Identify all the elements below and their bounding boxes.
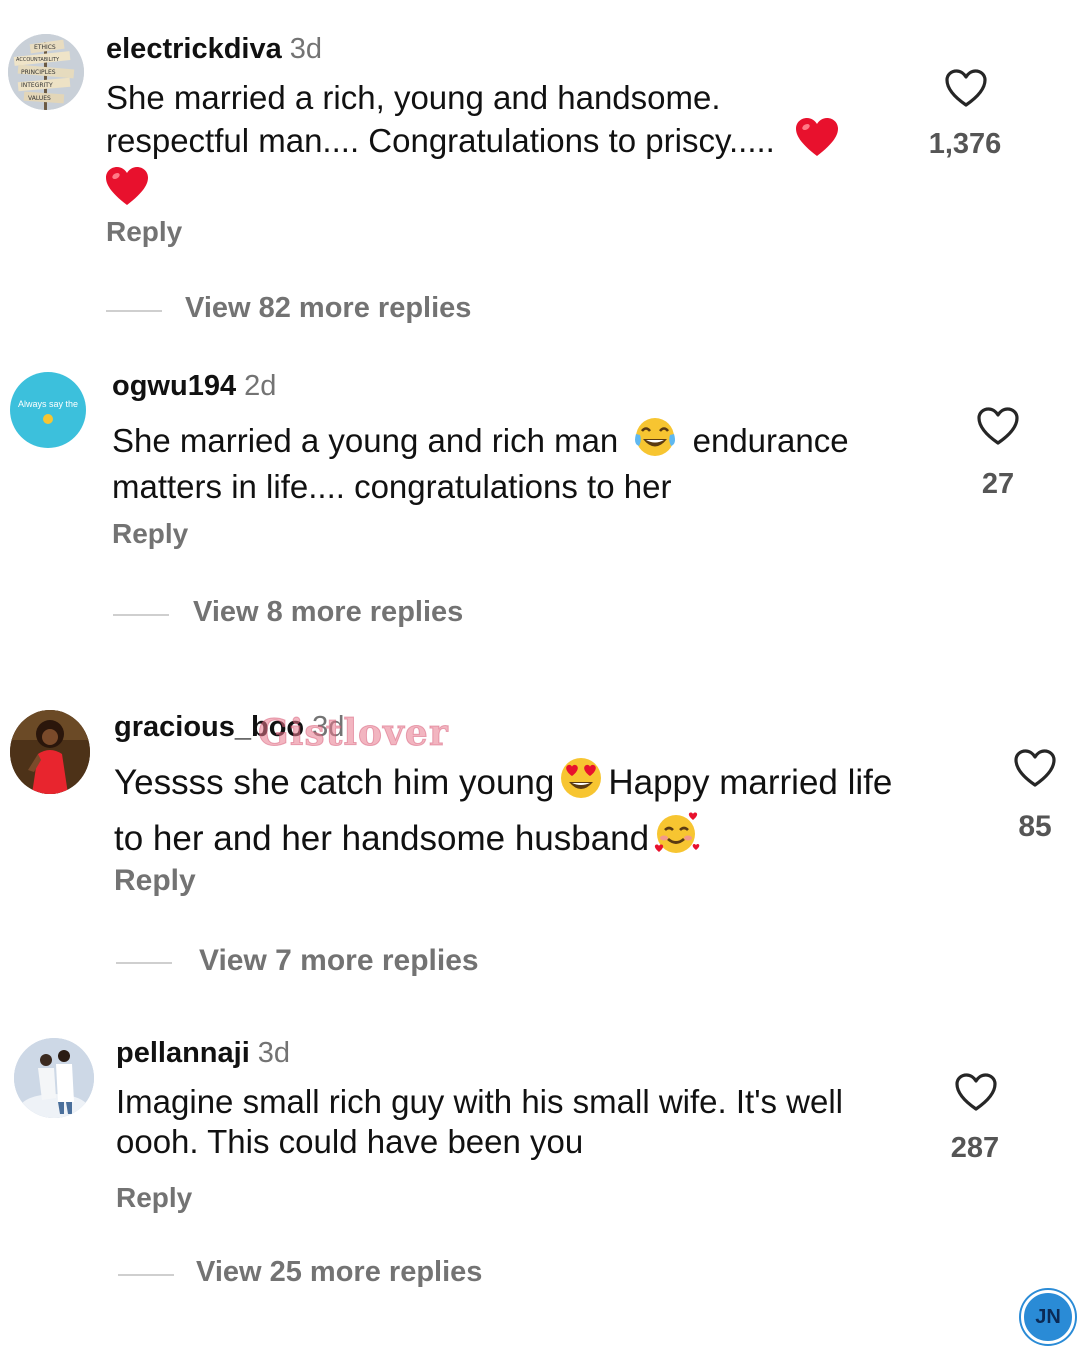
divider-line	[118, 1274, 174, 1276]
username[interactable]: ogwu194	[112, 370, 236, 402]
svg-text:ETHICS: ETHICS	[34, 44, 56, 51]
view-more-replies-button[interactable]: View 7 more replies	[199, 944, 479, 978]
comment-pellannaji: pellannaji 3d Imagine small rich guy with…	[0, 1020, 1080, 1320]
view-more-replies-button[interactable]: View 8 more replies	[193, 596, 463, 629]
avatar[interactable]	[10, 710, 90, 794]
reply-button[interactable]: Reply	[106, 216, 182, 248]
like-heart-icon[interactable]	[976, 406, 1020, 446]
view-more-replies-button[interactable]: View 82 more replies	[185, 292, 471, 325]
comment-line: matters in life.... congratulations to h…	[112, 468, 672, 505]
timestamp: 3d	[289, 33, 322, 65]
comment-text: Yessss she catch him young Happy married…	[114, 756, 994, 866]
reply-button[interactable]: Reply	[116, 1182, 192, 1214]
heart-eyes-emoji-icon	[558, 756, 604, 810]
svg-text:ACCOUNTABILITY: ACCOUNTABILITY	[16, 57, 60, 63]
comment-text: She married a young and rich man enduran…	[112, 416, 942, 507]
comment-header: pellannaji 3d	[116, 1036, 290, 1070]
timestamp: 3d	[257, 1037, 291, 1069]
avatar[interactable]: ETHICS ACCOUNTABILITY PRINCIPLES INTEGRI…	[8, 34, 84, 110]
comment-gracious-boo: gracious_boo 3d Gistlover Yessss she catc…	[0, 660, 1080, 1020]
laughing-emoji-icon	[43, 414, 53, 424]
comment-line-text: endurance	[692, 422, 849, 459]
comment-ogwu194: Always say the ogwu194 2d She married a y…	[0, 340, 1080, 660]
view-more-replies-button[interactable]: View 25 more replies	[196, 1256, 482, 1289]
comment-line-text: Happy married life	[608, 763, 893, 802]
red-heart-emoji-icon	[106, 167, 148, 216]
like-heart-icon[interactable]	[944, 68, 988, 108]
comment-line: Yessss she catch him young Happy married…	[114, 756, 994, 810]
divider-line	[113, 614, 169, 616]
comment-text: She married a rich, young and handsome. …	[106, 78, 906, 216]
comment-line: She married a young and rich man enduran…	[112, 416, 942, 467]
reply-button[interactable]: Reply	[112, 518, 188, 550]
like-count: 85	[1018, 810, 1052, 843]
tears-of-joy-emoji-icon	[633, 416, 677, 467]
comment-line-text: Yessss she catch him young	[114, 763, 555, 802]
comment-line: Imagine small rich guy with his small wi…	[116, 1083, 844, 1120]
like-count: 1,376	[928, 128, 1002, 160]
username[interactable]: electrickdiva	[106, 33, 282, 65]
svg-text:PRINCIPLES: PRINCIPLES	[21, 69, 56, 76]
username[interactable]: pellannaji	[116, 1037, 250, 1069]
comment-line-text: She married a young and rich man	[112, 422, 619, 459]
timestamp: 2d	[244, 370, 277, 402]
smiling-face-with-hearts-emoji-icon	[653, 810, 701, 866]
reply-button[interactable]: Reply	[114, 864, 196, 898]
avatar-caption: Always say the	[17, 399, 79, 409]
comment-text: Imagine small rich guy with his small wi…	[116, 1082, 936, 1162]
comment-line	[106, 167, 906, 216]
comment-electrickdiva: ETHICS ACCOUNTABILITY PRINCIPLES INTEGRI…	[0, 0, 1080, 340]
svg-text:VALUES: VALUES	[28, 95, 51, 102]
avatar-photo-image	[14, 1038, 94, 1118]
avatar[interactable]: Always say the	[10, 372, 86, 448]
comment-line: She married a rich, young and handsome.	[106, 79, 721, 116]
like-heart-icon[interactable]	[1013, 748, 1057, 788]
red-heart-emoji-icon	[796, 118, 839, 167]
comment-line-text: to her and her handsome husband	[114, 819, 650, 858]
comment-header: electrickdiva 3d	[106, 32, 322, 66]
comment-line: oooh. This could have been you	[116, 1123, 584, 1160]
comment-line-text: respectful man.... Congratulations to pr…	[106, 122, 775, 159]
avatar-photo-image	[10, 710, 90, 794]
like-heart-icon[interactable]	[954, 1072, 998, 1112]
like-count: 27	[981, 468, 1015, 500]
comment-line: to her and her handsome husband	[114, 810, 994, 866]
avatar-signpost-image: ETHICS ACCOUNTABILITY PRINCIPLES INTEGRI…	[8, 34, 84, 110]
watermark-logo: Gistlover	[258, 712, 449, 755]
divider-line	[116, 962, 172, 964]
comment-header: ogwu194 2d	[112, 369, 276, 403]
jn-logo: JN	[1021, 1290, 1075, 1344]
divider-line	[106, 310, 162, 312]
avatar[interactable]	[14, 1038, 94, 1118]
comment-line: respectful man.... Congratulations to pr…	[106, 118, 906, 167]
svg-text:INTEGRITY: INTEGRITY	[21, 82, 53, 89]
like-count: 287	[950, 1132, 1000, 1164]
